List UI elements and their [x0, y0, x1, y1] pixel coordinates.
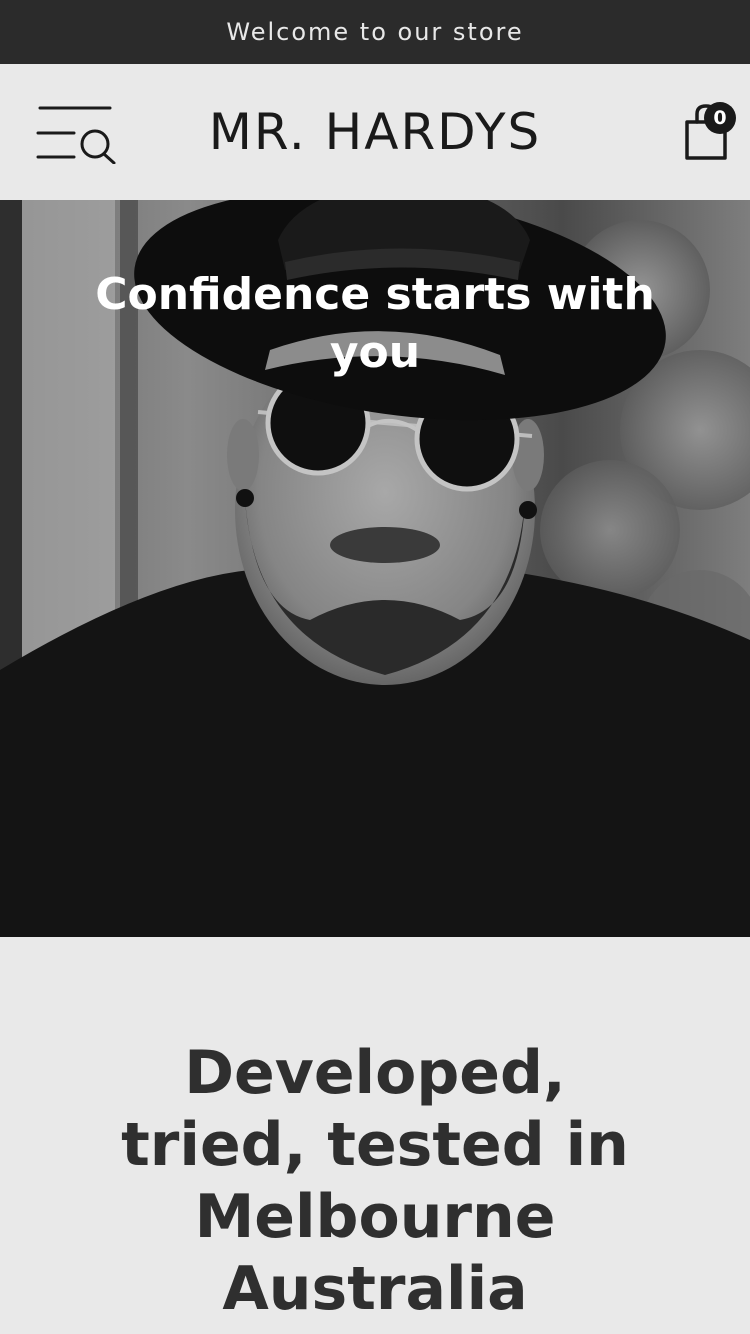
- intro-section: Developed, tried, tested in Melbourne Au…: [0, 937, 750, 1334]
- menu-search-button[interactable]: [34, 102, 120, 165]
- intro-heading: Developed, tried, tested in Melbourne Au…: [121, 1038, 629, 1324]
- announcement-bar: Welcome to our store: [0, 0, 750, 64]
- hero-banner[interactable]: Confidence starts with you: [0, 200, 750, 937]
- menu-search-icon: [36, 106, 116, 165]
- announcement-text: Welcome to our store: [226, 18, 524, 46]
- cart-count-badge: 0: [704, 102, 736, 134]
- store-logo-text: MR. HARDYS: [208, 103, 542, 161]
- cart-button[interactable]: 0: [678, 98, 744, 164]
- site-header: MR. HARDYS 0: [0, 64, 750, 200]
- hero-title: Confidence starts with you: [95, 269, 655, 378]
